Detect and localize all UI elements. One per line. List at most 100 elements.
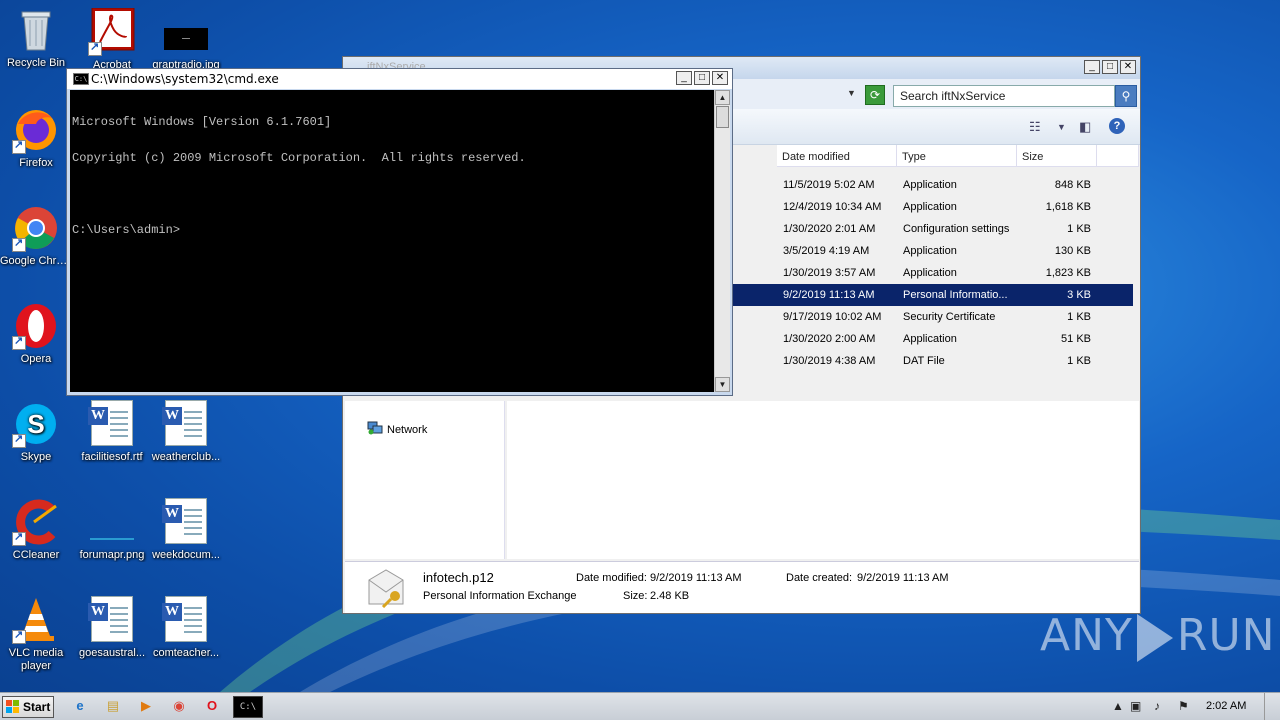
network-tray-icon[interactable]: ⚑: [1178, 699, 1189, 713]
navigation-pane: Network: [345, 401, 505, 559]
file-date-modified: 11/5/2019 5:02 AM: [783, 179, 875, 191]
details-date-modified: 9/2/2019 11:13 AM: [650, 572, 742, 584]
desktop-icon-label: Opera: [20, 353, 52, 365]
internet-explorer-icon[interactable]: e: [68, 696, 92, 718]
vlc-cone-icon: [12, 596, 60, 644]
file-row[interactable]: 11/5/2019 5:02 AM Application 848 KB: [733, 174, 1133, 196]
certificate-file-icon: [365, 566, 407, 609]
scroll-up-icon[interactable]: ▲: [715, 90, 730, 105]
opera-taskbar-icon[interactable]: O: [200, 696, 224, 718]
desktop-icon-graptradio[interactable]: graptradio.jpg: [150, 8, 222, 72]
desktop-icon-weekdocum[interactable]: W weekdocum...: [150, 498, 222, 562]
search-input[interactable]: Search iftNxService: [893, 85, 1115, 107]
file-date-modified: 9/2/2019 11:13 AM: [783, 289, 875, 301]
start-label: Start: [23, 700, 51, 714]
desktop-icon-chrome[interactable]: Google Chrome: [0, 204, 72, 268]
file-explorer-icon[interactable]: ▤: [101, 696, 125, 718]
details-size: 2.48 KB: [650, 590, 690, 602]
start-button[interactable]: Start: [2, 696, 54, 718]
desktop-icon-goesaustral[interactable]: W goesaustral...: [76, 596, 148, 660]
watermark-left: ANY: [1040, 610, 1133, 661]
scroll-down-icon[interactable]: ▼: [715, 377, 730, 392]
help-icon[interactable]: ?: [1109, 118, 1125, 134]
opera-icon: [12, 302, 60, 350]
search-icon[interactable]: ⚲: [1115, 85, 1137, 107]
word-document-icon: W: [88, 400, 136, 448]
scroll-thumb[interactable]: [716, 106, 729, 128]
desktop-icon-weatherclub[interactable]: W weatherclub...: [150, 400, 222, 464]
tray-expand-icon[interactable]: ▲: [1112, 699, 1124, 713]
file-type: Application: [903, 333, 957, 345]
file-row[interactable]: 9/17/2019 10:02 AM Security Certificate 1 …: [733, 306, 1133, 328]
desktop-icon-label: comteacher...: [152, 647, 220, 659]
clock[interactable]: 2:02 AM: [1206, 700, 1246, 712]
file-type: Application: [903, 245, 957, 257]
desktop-icon-facilitiesof[interactable]: W facilitiesof.rtf: [76, 400, 148, 464]
file-size: 1 KB: [1067, 223, 1091, 235]
preview-pane-icon[interactable]: ◧: [1079, 119, 1091, 135]
taskbar: Start e ▤ ▶ ◉ O C:\ ▲ ▣ ♪ ⚑ 2:02 AM: [0, 692, 1280, 720]
console-output[interactable]: Microsoft Windows [Version 6.1.7601] Cop…: [70, 90, 714, 392]
file-type: DAT File: [903, 355, 945, 367]
cmd-taskbar-icon[interactable]: C:\: [233, 696, 263, 718]
address-dropdown-icon[interactable]: ▼: [847, 88, 856, 98]
desktop-icon-comteacher[interactable]: W comteacher...: [150, 596, 222, 660]
minimize-button[interactable]: _: [676, 71, 692, 85]
desktop-icon-firefox[interactable]: Firefox: [0, 106, 72, 170]
desktop-icon-forumapr[interactable]: forumapr.png: [76, 498, 148, 562]
file-row[interactable]: 1/30/2019 4:38 AM DAT File 1 KB: [733, 350, 1133, 372]
minimize-button[interactable]: _: [1084, 60, 1100, 74]
file-type: Application: [903, 201, 957, 213]
file-date-modified: 1/30/2019 3:57 AM: [783, 267, 876, 279]
nav-item-network[interactable]: Network: [387, 424, 427, 436]
action-center-icon[interactable]: ▣: [1130, 699, 1141, 713]
file-size: 1,618 KB: [1045, 201, 1091, 213]
shortcut-arrow-icon: [88, 40, 102, 56]
chrome-icon: [12, 204, 60, 252]
desktop-icon-opera[interactable]: Opera: [0, 302, 72, 366]
show-desktop-button[interactable]: [1264, 693, 1280, 720]
refresh-icon[interactable]: ⟳: [865, 85, 885, 105]
network-icon: [367, 421, 383, 435]
desktop-icon-label: facilitiesof.rtf: [81, 451, 143, 463]
file-row[interactable]: 3/5/2019 4:19 AM Application 130 KB: [733, 240, 1133, 262]
maximize-button[interactable]: □: [1102, 60, 1118, 74]
file-type: Application: [903, 179, 957, 191]
word-document-icon: W: [162, 596, 210, 644]
desktop-icon-ccleaner[interactable]: CCleaner: [0, 498, 72, 562]
cmd-scrollbar[interactable]: ▲ ▼: [714, 90, 730, 392]
file-row[interactable]: 1/30/2019 3:57 AM Application 1,823 KB: [733, 262, 1133, 284]
file-type: Configuration settings: [903, 223, 1010, 235]
details-size-label: Size:: [623, 590, 648, 602]
desktop-icon-acrobat[interactable]: Acrobat: [76, 7, 148, 72]
shortcut-arrow-icon: [12, 334, 26, 350]
file-row[interactable]: 1/30/2020 2:00 AM Application 51 KB: [733, 328, 1133, 350]
chrome-taskbar-icon[interactable]: ◉: [167, 696, 191, 718]
file-row[interactable]: 9/2/2019 11:13 AM Personal Informatio... 3…: [733, 284, 1133, 306]
ccleaner-icon: [12, 498, 60, 546]
file-row[interactable]: 12/4/2019 10:34 AM Application 1,618 KB: [733, 196, 1133, 218]
play-logo-icon: [1136, 614, 1173, 662]
close-button[interactable]: ✕: [712, 71, 728, 85]
file-type: Personal Informatio...: [903, 289, 1008, 301]
file-row[interactable]: 1/30/2020 2:01 AM Configuration settings 1…: [733, 218, 1133, 240]
column-header-size[interactable]: Size: [1017, 145, 1097, 167]
view-options-icon[interactable]: ☷: [1029, 119, 1041, 135]
desktop-icon-skype[interactable]: S Skype: [0, 400, 72, 464]
volume-icon[interactable]: ♪: [1154, 699, 1160, 713]
desktop-icon-label: goesaustral...: [78, 647, 146, 659]
shortcut-arrow-icon: [12, 236, 26, 252]
cmd-titlebar[interactable]: C:\ C:\Windows\system32\cmd.exe _ □ ✕: [67, 69, 732, 89]
media-player-icon[interactable]: ▶: [134, 696, 158, 718]
column-header-type[interactable]: Type: [897, 145, 1017, 167]
cmd-window[interactable]: C:\ C:\Windows\system32\cmd.exe _ □ ✕ Mi…: [66, 68, 733, 396]
maximize-button[interactable]: □: [694, 71, 710, 85]
desktop-icon-vlc[interactable]: VLC media player: [0, 596, 72, 673]
console-line: Copyright (c) 2009 Microsoft Corporation…: [72, 151, 526, 165]
close-button[interactable]: ✕: [1120, 60, 1136, 74]
console-line: Microsoft Windows [Version 6.1.7601]: [72, 115, 332, 129]
anyrun-watermark: ANY RUN: [1040, 610, 1276, 662]
desktop-icon-recycle-bin[interactable]: Recycle Bin: [0, 6, 72, 70]
view-dropdown-icon[interactable]: ▼: [1057, 122, 1066, 132]
column-header-date-modified[interactable]: Date modified: [777, 145, 897, 167]
